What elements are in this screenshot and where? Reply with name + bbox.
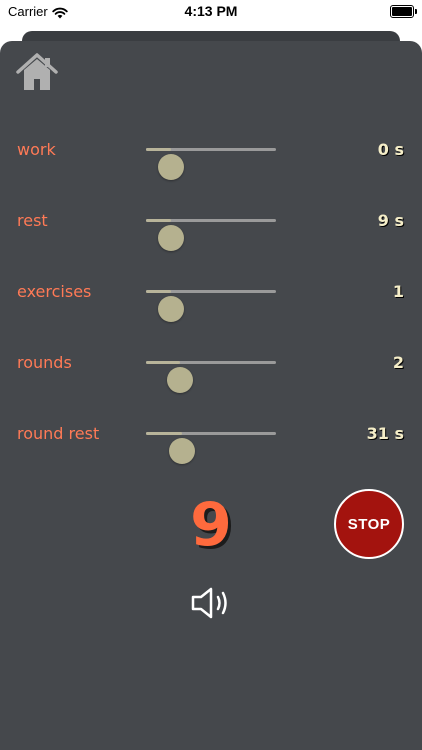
setting-value: 0 s (377, 140, 404, 159)
setting-row-work: work 0 s (0, 131, 422, 180)
setting-value: 1 (392, 282, 404, 301)
slider-fill (146, 148, 171, 151)
home-button[interactable] (15, 50, 59, 94)
setting-label: exercises (17, 282, 92, 301)
slider-thumb[interactable] (166, 367, 193, 393)
stop-button[interactable]: STOP (334, 489, 404, 559)
exercises-slider[interactable] (146, 290, 276, 322)
setting-row-exercises: exercises 1 (0, 273, 422, 322)
setting-row-rest: rest 9 s (0, 202, 422, 251)
setting-row-rounds: rounds 2 (0, 344, 422, 393)
setting-label: rounds (17, 353, 72, 372)
setting-value: 2 (392, 353, 404, 372)
setting-value: 9 s (377, 211, 404, 230)
slider-thumb[interactable] (157, 225, 184, 251)
slider-thumb[interactable] (157, 296, 184, 322)
slider-fill (146, 361, 180, 364)
setting-label: round rest (17, 424, 100, 443)
status-bar: Carrier 4:13 PM (0, 0, 422, 24)
rounds-slider[interactable] (146, 361, 276, 393)
slider-fill (146, 432, 183, 435)
setting-row-round-rest: round rest 31 s (0, 415, 422, 464)
setting-label: work (17, 140, 56, 159)
setting-label: rest (17, 211, 48, 230)
slider-fill (146, 219, 171, 222)
clock: 4:13 PM (184, 3, 238, 19)
stop-button-label: STOP (347, 515, 391, 533)
round-rest-slider[interactable] (146, 432, 276, 464)
setting-value: 31 s (366, 424, 404, 443)
work-slider[interactable] (146, 148, 276, 180)
slider-fill (146, 290, 171, 293)
battery-icon (390, 5, 417, 18)
sound-toggle-button[interactable] (189, 584, 235, 622)
home-icon (16, 53, 58, 90)
slider-thumb[interactable] (157, 154, 184, 180)
rest-slider[interactable] (146, 219, 276, 251)
speaker-icon (191, 587, 227, 619)
